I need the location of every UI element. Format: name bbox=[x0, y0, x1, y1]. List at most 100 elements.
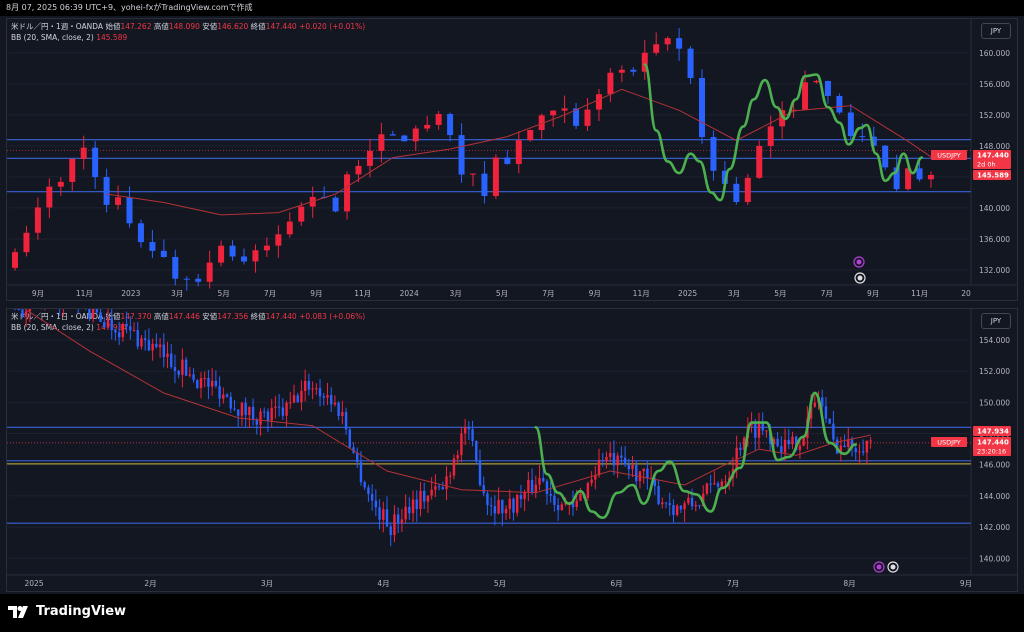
candle-body bbox=[251, 406, 255, 420]
candle bbox=[401, 134, 408, 142]
candle bbox=[545, 478, 549, 505]
dividends-icon[interactable] bbox=[854, 272, 866, 284]
daily-price-chart[interactable]: 140.000142.000144.000146.000148.000150.0… bbox=[7, 309, 1017, 591]
candle-body bbox=[620, 455, 623, 458]
candle-body bbox=[430, 489, 433, 496]
candle-body bbox=[218, 245, 225, 263]
candle-body bbox=[162, 344, 165, 358]
candle-body bbox=[623, 457, 627, 465]
x-tick-label: 6月 bbox=[610, 579, 622, 588]
candle-body bbox=[482, 485, 485, 494]
candle bbox=[311, 381, 314, 400]
candle bbox=[657, 480, 660, 506]
candle-body bbox=[575, 500, 578, 508]
candle bbox=[739, 442, 742, 456]
candle-body bbox=[415, 499, 418, 509]
candle bbox=[630, 67, 637, 76]
candle bbox=[791, 431, 794, 450]
candle bbox=[233, 400, 236, 412]
candle-body bbox=[286, 221, 293, 235]
candle-body bbox=[318, 388, 322, 397]
candle-body bbox=[713, 483, 716, 485]
candle-body bbox=[348, 429, 351, 448]
x-tick-label: 20 bbox=[961, 289, 971, 298]
candle-body bbox=[869, 440, 872, 442]
candle bbox=[460, 426, 463, 463]
candle bbox=[713, 471, 716, 485]
candle bbox=[411, 490, 415, 523]
economic-event-icon-dot bbox=[856, 259, 862, 265]
dividends-icon[interactable] bbox=[887, 561, 899, 573]
candle bbox=[326, 382, 329, 406]
grid-lines bbox=[9, 339, 969, 559]
candle-body bbox=[147, 340, 151, 351]
tradingview-logo[interactable]: TradingView bbox=[8, 604, 126, 619]
candle-body bbox=[195, 278, 202, 282]
candle-body bbox=[470, 173, 476, 175]
candle-body bbox=[467, 427, 471, 430]
price-tag-text: 147.934 bbox=[977, 428, 1009, 436]
candle-body bbox=[452, 458, 456, 476]
candle-body bbox=[300, 390, 303, 403]
candle-body bbox=[12, 252, 18, 268]
candle bbox=[136, 322, 139, 350]
candle bbox=[486, 491, 489, 516]
candle bbox=[928, 171, 934, 188]
candle-body bbox=[590, 479, 593, 484]
candle-body bbox=[679, 505, 683, 510]
candle-body bbox=[126, 197, 133, 224]
candle-body bbox=[367, 487, 370, 495]
candle-body bbox=[675, 505, 679, 515]
price-label: 147.934 bbox=[973, 426, 1011, 436]
economic-event-icon[interactable] bbox=[853, 256, 865, 268]
candle bbox=[653, 32, 660, 56]
candle bbox=[115, 185, 122, 210]
candle bbox=[627, 458, 630, 480]
candle bbox=[672, 499, 675, 523]
candle-body bbox=[57, 181, 64, 187]
candle-body bbox=[341, 412, 344, 417]
candle bbox=[158, 337, 162, 358]
candle bbox=[263, 407, 266, 418]
candle bbox=[452, 454, 456, 480]
candle bbox=[508, 489, 511, 520]
candle-body bbox=[508, 498, 511, 509]
candle bbox=[114, 328, 117, 341]
candle-body bbox=[798, 445, 802, 451]
candle bbox=[28, 309, 32, 323]
candle bbox=[207, 370, 210, 400]
candle-body bbox=[311, 388, 314, 390]
candle-body bbox=[356, 452, 359, 463]
candle bbox=[126, 186, 133, 228]
candle-body bbox=[832, 423, 835, 440]
candle-body bbox=[337, 402, 340, 417]
candle-body bbox=[627, 464, 630, 470]
candle bbox=[679, 505, 683, 513]
weekly-price-chart[interactable]: 132.000136.000140.000144.000148.000152.0… bbox=[7, 19, 1017, 300]
candle-body bbox=[858, 451, 861, 453]
candle-body bbox=[99, 312, 102, 322]
candle-body bbox=[783, 439, 787, 453]
x-tick-label: 9月 bbox=[310, 289, 322, 298]
candle bbox=[266, 408, 270, 433]
candle-body bbox=[609, 453, 612, 457]
candle bbox=[631, 456, 634, 478]
candle-body bbox=[248, 406, 251, 416]
candle bbox=[333, 395, 337, 407]
daily-chart-panel[interactable]: 米ドル／円・1日・OANDA 始値147.370 高値147.446 安値147… bbox=[6, 308, 1018, 592]
candle-body bbox=[515, 140, 522, 164]
weekly-chart-panel[interactable]: 米ドル／円・1週・OANDA 始値147.262 高値148.090 安値146… bbox=[6, 18, 1018, 301]
candle bbox=[573, 102, 580, 130]
candle bbox=[21, 309, 24, 318]
candle-body bbox=[882, 145, 889, 168]
economic-event-icon[interactable] bbox=[873, 561, 885, 573]
candle-body bbox=[400, 519, 404, 523]
candle bbox=[434, 474, 437, 498]
candle-body bbox=[630, 69, 637, 72]
candle-body bbox=[687, 48, 694, 79]
candle-body bbox=[255, 419, 258, 425]
candle-body bbox=[292, 395, 296, 403]
candle-body bbox=[177, 370, 180, 375]
candle bbox=[607, 68, 614, 103]
candle-body bbox=[672, 505, 675, 515]
